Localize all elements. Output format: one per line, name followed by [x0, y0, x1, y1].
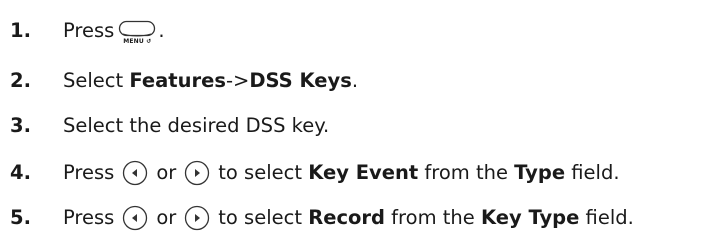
or-text: or [156, 206, 177, 230]
step-number: 2. [10, 69, 31, 92]
to-select-text: to select [218, 161, 309, 185]
field-name: Key Type [480, 206, 580, 230]
dss-keys-menu-label: DSS Keys [249, 69, 352, 92]
step-end: . [351, 69, 359, 92]
menu-key-label: MENU ↺ [123, 38, 152, 45]
step-3: 3. Select the desired DSS key. [10, 116, 329, 136]
step-number: 4. [10, 161, 31, 185]
selected-value: Record [308, 206, 385, 230]
or-text: or [156, 161, 177, 185]
step-2: 2. Select Features -> DSS Keys . [10, 71, 358, 91]
step-number: 5. [10, 206, 31, 230]
step-number: 1. [10, 18, 31, 42]
menu-key-icon: MENU ↺ [118, 20, 156, 45]
from-the-text: from the [418, 161, 515, 185]
features-menu-label: Features [129, 69, 226, 92]
step-4: 4. Press or to select Key Event from the… [10, 160, 620, 186]
field-name: Type [514, 161, 566, 185]
right-arrow-key-icon [184, 205, 210, 231]
instruction-steps: 1. Press MENU ↺ . 2. Select Features -> … [0, 0, 723, 248]
step-text: Select the desired DSS key. [63, 114, 330, 137]
step-text: Press or to select Key Event from the Ty… [63, 160, 620, 186]
select-text: Select [63, 69, 130, 92]
press-text: Press [63, 18, 115, 42]
from-the-text: from the [384, 206, 481, 230]
arrow-text: -> [225, 69, 250, 92]
step-1: 1. Press MENU ↺ . [10, 18, 165, 45]
step-number: 3. [10, 114, 31, 137]
step-5: 5. Press or to select Record from the Ke… [10, 205, 634, 231]
selected-value: Key Event [308, 161, 419, 185]
press-text: Press [63, 161, 115, 185]
step-end: . [158, 18, 165, 42]
step-text: Press MENU ↺ . [63, 18, 165, 45]
field-text: field. [565, 161, 620, 185]
left-arrow-key-icon [122, 205, 148, 231]
to-select-text: to select [218, 206, 309, 230]
press-text: Press [63, 206, 115, 230]
field-text: field. [579, 206, 634, 230]
step-text: Press or to select Record from the Key T… [63, 205, 634, 231]
left-arrow-key-icon [122, 160, 148, 186]
right-arrow-key-icon [184, 160, 210, 186]
step-text: Select Features -> DSS Keys . [63, 71, 358, 91]
